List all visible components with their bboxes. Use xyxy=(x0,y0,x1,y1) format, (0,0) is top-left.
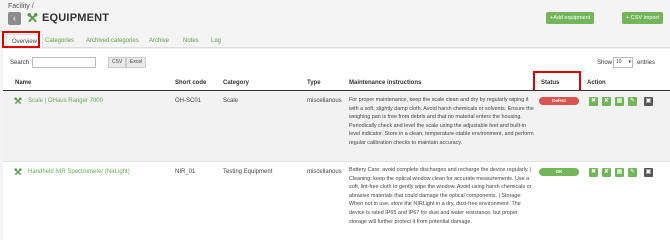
short-code: OH-SC01 xyxy=(175,98,202,104)
column-header-maintenance[interactable]: Maintenance instructions xyxy=(349,80,421,86)
archive-icon[interactable]: ▣ xyxy=(644,97,653,106)
disable-icon[interactable]: ✖ xyxy=(589,168,598,177)
status-badge: OK xyxy=(539,168,579,176)
archive-icon[interactable]: ▣ xyxy=(644,168,653,177)
type: miscellanous xyxy=(307,169,342,175)
maintenance-instructions: Battery Care: avoid complete discharges … xyxy=(349,167,532,225)
equipment-name-link[interactable]: Handheld NIR Spectrometer (NirLight) xyxy=(28,169,130,175)
search-input[interactable] xyxy=(32,57,96,68)
disable-icon[interactable]: ✖ xyxy=(589,97,598,106)
tab-log[interactable]: Log xyxy=(211,34,221,48)
chevron-down-icon: ▾ xyxy=(628,59,631,65)
tools-icon xyxy=(14,168,22,176)
search-label: Search xyxy=(10,60,30,66)
row-divider xyxy=(3,161,670,162)
add-equipment-button[interactable]: +Add equipment xyxy=(546,12,595,24)
breadcrumb[interactable]: Facility / xyxy=(8,3,34,10)
page-size-value: 10 xyxy=(616,59,622,65)
category: Scale xyxy=(223,98,239,104)
edit-icon[interactable]: ✎ xyxy=(628,168,637,177)
tab-archived-categories[interactable]: Archived categories xyxy=(86,34,139,48)
equipment-name-link[interactable]: Scale | OHaus Ranger 7000 xyxy=(28,98,103,104)
tools-icon xyxy=(14,97,22,105)
tools-icon xyxy=(27,12,38,23)
column-header-type[interactable]: Type xyxy=(307,80,321,86)
details-icon[interactable]: ▦ xyxy=(615,97,624,106)
status-badge: Defect xyxy=(539,97,579,105)
column-header-short-code[interactable]: Short code xyxy=(175,80,206,86)
csv-export-button[interactable]: CSV xyxy=(108,57,127,68)
column-header-action[interactable]: Action xyxy=(587,80,606,86)
column-header-category[interactable]: Category xyxy=(223,80,249,86)
maintenance-instructions: For proper maintenance, keep the scale c… xyxy=(349,97,534,146)
short-code: NIR_01 xyxy=(175,169,196,175)
tab-categories[interactable]: Categories xyxy=(45,34,74,48)
column-header-name[interactable]: Name xyxy=(15,80,31,86)
tab-archive[interactable]: Archive xyxy=(149,34,169,48)
category: Testing Equipment xyxy=(223,169,273,175)
tab-bar: Overview Categories Archived categories … xyxy=(3,34,670,48)
show-label: Show xyxy=(597,60,613,66)
edit-icon[interactable]: ✎ xyxy=(628,97,637,106)
entries-label: entries xyxy=(637,60,656,66)
back-button[interactable]: ‹ xyxy=(8,12,21,25)
page-size-select[interactable]: 10 ▾ xyxy=(613,57,633,68)
page-title: EQUIPMENT xyxy=(42,12,110,24)
tools-button-icon[interactable]: ✘ xyxy=(602,97,611,106)
tools-button-icon[interactable]: ✘ xyxy=(602,168,611,177)
type: miscellanous xyxy=(307,98,342,104)
csv-import-button[interactable]: + CSV import xyxy=(622,12,663,24)
overview-tab-highlight xyxy=(2,31,40,48)
details-icon[interactable]: ▦ xyxy=(615,168,624,177)
excel-export-button[interactable]: Excel xyxy=(126,57,147,68)
tab-notes[interactable]: Notes xyxy=(183,34,199,48)
